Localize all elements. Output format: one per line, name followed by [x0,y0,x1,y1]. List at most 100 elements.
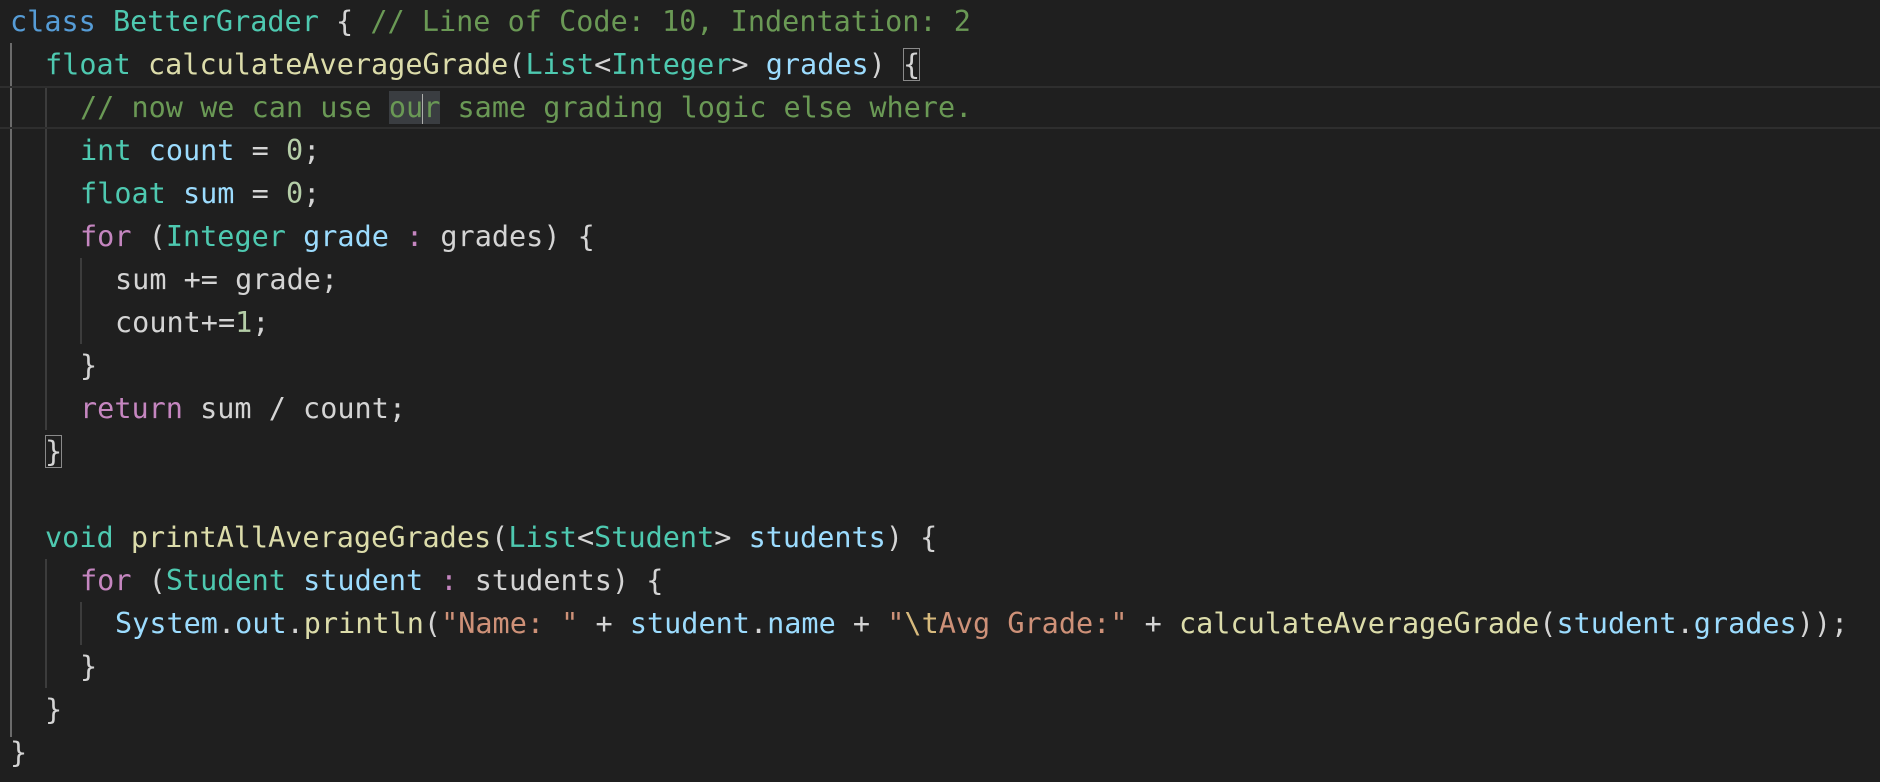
code-token: student [303,564,424,597]
code-line-13[interactable]: void printAllAverageGrades(List<Student>… [0,516,1880,559]
code-token: 1 [235,306,253,339]
code-token: class [10,5,96,38]
code-token: . [749,607,768,640]
code-token: students [748,521,886,554]
code-token: 0 [285,177,304,210]
code-token: grades) { [440,220,595,253]
code-text: System.out.println("Name: " + student.na… [115,602,1848,645]
code-token: for [80,564,132,597]
matched-bracket: { [903,48,921,81]
code-text: void printAllAverageGrades(List<Student>… [45,516,937,559]
code-token: Student [594,521,715,554]
code-token: ; [252,306,270,339]
code-token: + [578,607,630,640]
code-token: grades [765,48,869,81]
code-token: out [235,607,287,640]
code-text: int count = 0; [80,129,320,172]
code-token: "Name: " [441,607,579,640]
code-token: { [318,5,371,38]
code-line-1[interactable]: class BetterGrader { // Line of Code: 10… [0,0,1880,43]
code-token: ; [303,134,321,167]
code-token: ) [868,48,903,81]
code-text: } [80,344,97,387]
code-token: count+= [115,306,236,339]
code-token: students) { [474,564,664,597]
code-line-2[interactable]: float calculateAverageGrade(List<Integer… [0,43,1880,86]
code-token: sum / count; [182,392,407,425]
code-text: return sum / count; [80,387,406,430]
code-line-7[interactable]: sum += grade; [0,258,1880,301]
code-token: . [1676,607,1694,640]
code-token: count [148,134,235,167]
code-line-6[interactable]: for (Integer grade : grades) { [0,215,1880,258]
code-token: " [887,607,905,640]
code-token: sum += grade; [115,263,339,296]
code-editor[interactable]: class BetterGrader { // Line of Code: 10… [0,0,1880,782]
code-token: // Line of Code: 10, Indentation: 2 [370,5,971,38]
code-token: . [217,607,236,640]
code-line-5[interactable]: float sum = 0; [0,172,1880,215]
code-token: : [388,220,441,253]
code-line-17[interactable]: } [0,688,1880,731]
code-token: } [45,693,63,726]
code-text: } [45,430,63,473]
code-line-9[interactable]: } [0,344,1880,387]
code-token: ( [131,564,166,597]
code-text: count+=1; [115,301,269,344]
code-token: )); [1796,607,1849,640]
code-token: = [234,177,286,210]
code-token: 0 [285,134,304,167]
code-token: Integer [165,220,286,253]
code-token: ; [303,177,321,210]
highlighted-word: ou [388,91,424,124]
code-line-15[interactable]: System.out.println("Name: " + student.na… [0,602,1880,645]
code-token: Integer [611,48,732,81]
code-token: Avg Grade:" [938,607,1128,640]
code-token: void [45,521,114,554]
code-token: + [1127,607,1179,640]
code-token: calculateAverageGrade [147,48,509,81]
code-token: > [714,521,749,554]
code-text: float calculateAverageGrade(List<Integer… [45,43,921,86]
code-text: for (Integer grade : grades) { [80,215,595,258]
code-token: System [115,607,218,640]
code-line-4[interactable]: int count = 0; [0,129,1880,172]
code-text: // now we can use our same grading logic… [80,88,972,127]
highlighted-word: r [423,91,441,124]
code-line-14[interactable]: for (Student student : students) { [0,559,1880,602]
code-line-11[interactable]: } [0,430,1880,473]
code-token: // now we can use [80,91,389,124]
code-line-12[interactable] [0,473,1880,516]
code-line-18[interactable]: } [0,731,1880,774]
code-line-16[interactable]: } [0,645,1880,688]
code-token: student [1556,607,1677,640]
code-token: float [45,48,131,81]
code-token: return [80,392,183,425]
code-token: student [629,607,750,640]
code-token: ( [131,220,166,253]
code-line-8[interactable]: count+=1; [0,301,1880,344]
code-token: < [576,521,595,554]
code-text: } [80,645,97,688]
code-token: for [80,220,132,253]
code-text: for (Student student : students) { [80,559,663,602]
code-token: printAllAverageGrades [130,521,492,554]
code-token: grade [303,220,389,253]
code-token: ( [1539,607,1557,640]
code-text: } [10,731,27,774]
code-token: grades [1693,607,1797,640]
code-line-3[interactable]: // now we can use our same grading logic… [0,86,1880,129]
code-token: name [767,607,836,640]
code-line-10[interactable]: return sum / count; [0,387,1880,430]
code-token: ( [508,48,526,81]
code-token: < [594,48,612,81]
code-token: } [80,349,98,382]
code-token: float [80,177,166,210]
code-token: . [286,607,304,640]
code-token: } [10,736,28,769]
